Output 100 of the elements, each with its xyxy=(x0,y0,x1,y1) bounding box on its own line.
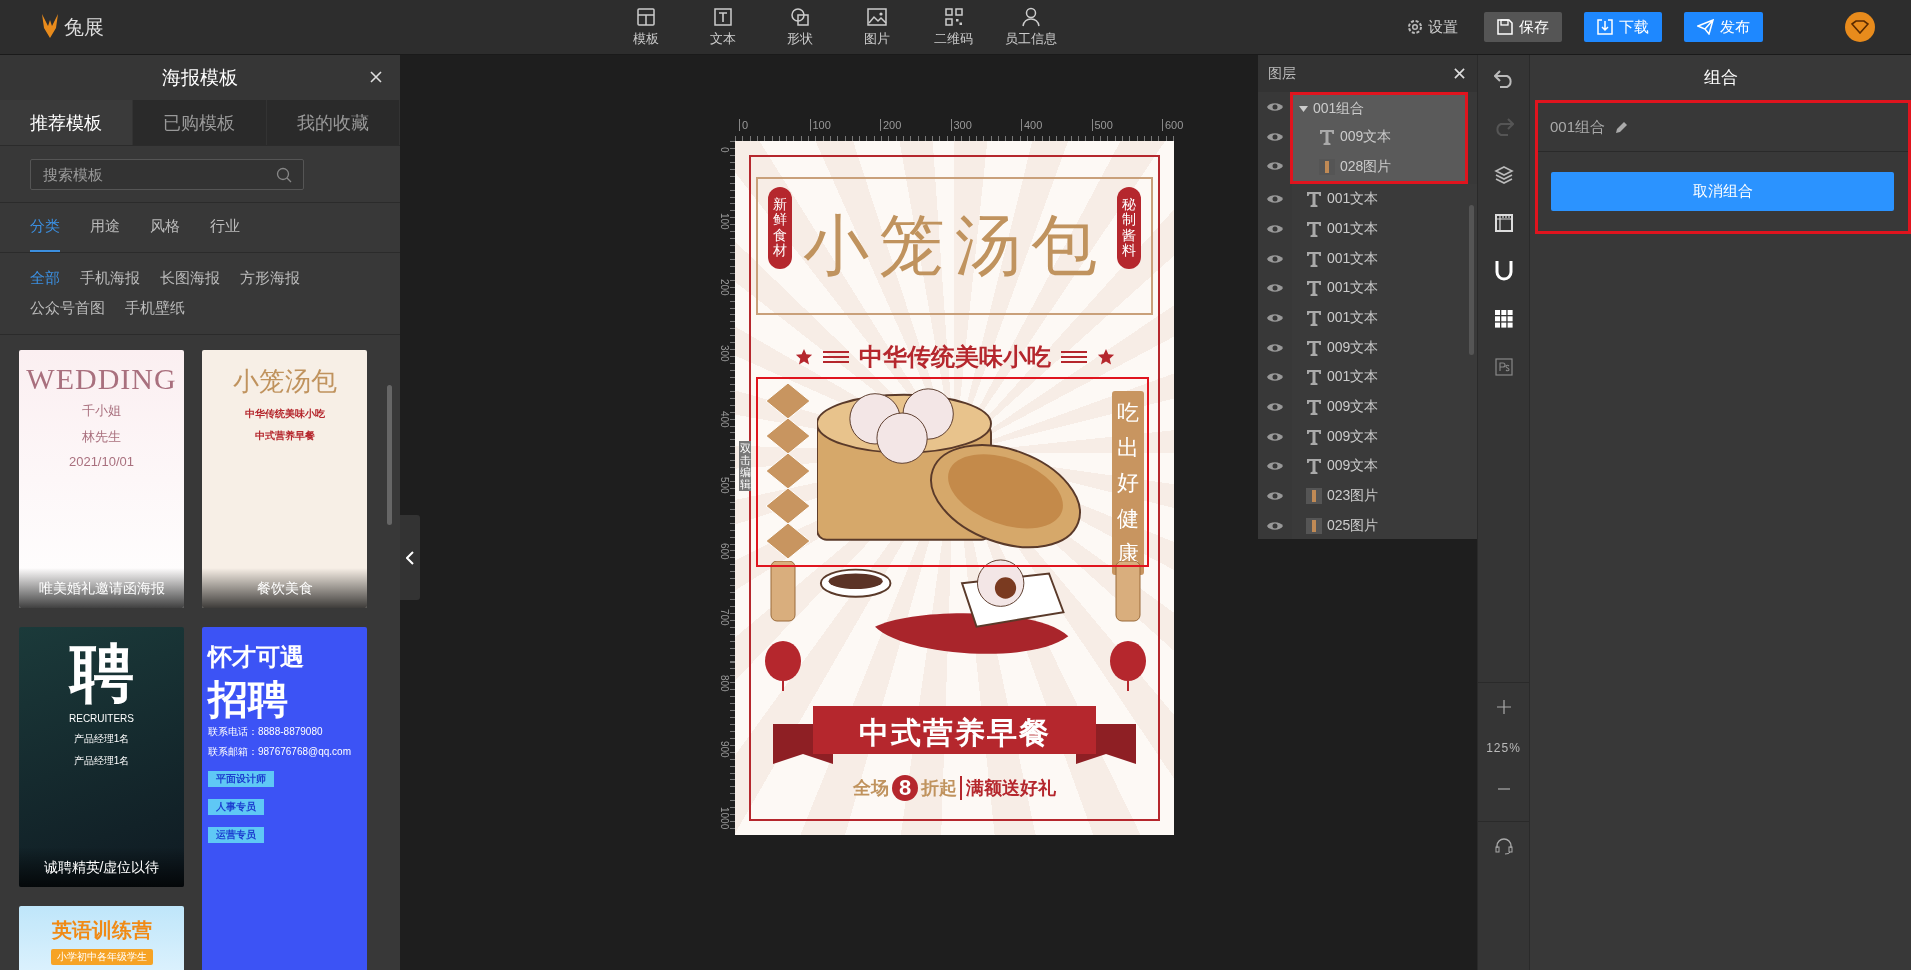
close-icon[interactable] xyxy=(370,71,382,83)
category-link[interactable]: 公众号首图 xyxy=(30,295,105,321)
filter-tab[interactable]: 行业 xyxy=(210,203,240,252)
toolbar-button[interactable]: 员工信息 xyxy=(1005,6,1057,48)
eye-icon[interactable] xyxy=(1266,193,1284,206)
eye-icon[interactable] xyxy=(1266,490,1284,503)
layer-name: 001文本 xyxy=(1327,219,1379,238)
eye-icon[interactable] xyxy=(1266,130,1284,143)
pencil-icon[interactable] xyxy=(1615,120,1629,134)
zoom-level: 125% xyxy=(1486,741,1521,755)
panel-title: 图层 xyxy=(1268,64,1296,83)
scrollbar[interactable] xyxy=(387,385,392,525)
qrcode-icon xyxy=(942,6,965,28)
ruler-label: 300 xyxy=(719,345,730,362)
grid-icon xyxy=(1494,310,1513,328)
eye-icon[interactable] xyxy=(1266,282,1284,295)
text-icon xyxy=(711,6,734,28)
template-thumbnail[interactable]: 小笼汤包 中华传统美味小吃 中式营养早餐 餐饮美食 xyxy=(202,350,367,608)
template-thumbnail[interactable]: 怀才可遇 招聘 联系电话：8888-8879080 联系邮箱：987676768@qq.com 平面设计师 人事专员 运营专员 xyxy=(202,627,367,970)
layer-name: 009文本 xyxy=(1327,398,1379,417)
save-button[interactable]: 保存 xyxy=(1484,12,1562,42)
toolbar-button[interactable]: 模板 xyxy=(620,6,671,48)
layers-icon xyxy=(1493,165,1514,185)
thumbnail-text: 2021/10/01 xyxy=(68,454,135,469)
filter-tab[interactable]: 用途 xyxy=(90,203,120,252)
layer-name: 023图片 xyxy=(1327,487,1379,506)
collapse-panel-button[interactable] xyxy=(400,515,420,600)
ruler-label: 1000 xyxy=(719,807,730,830)
layer-name: 001文本 xyxy=(1327,279,1379,298)
selected-layer-group[interactable]: 001组合 009文本 028图片 xyxy=(1290,92,1468,185)
thumbnail-text: RECRUITERS xyxy=(69,713,134,724)
category-link[interactable]: 长图海报 xyxy=(160,265,220,291)
send-icon xyxy=(1697,19,1714,35)
shape-icon xyxy=(788,6,811,28)
eye-icon[interactable] xyxy=(1266,311,1284,324)
toolbar-button[interactable]: 形状 xyxy=(774,6,825,48)
ruler-label: 200 xyxy=(880,119,902,131)
filter-tab[interactable]: 分类 xyxy=(30,203,60,252)
eye-icon[interactable] xyxy=(1266,252,1284,265)
selection-box[interactable] xyxy=(756,377,1149,567)
eye-icon[interactable] xyxy=(1266,371,1284,384)
category-link[interactable]: 方形海报 xyxy=(240,265,300,291)
settings-button[interactable]: 设置 xyxy=(1407,17,1458,37)
eye-icon[interactable] xyxy=(1266,160,1284,173)
user-icon xyxy=(1020,6,1042,28)
text-layer-icon xyxy=(1306,458,1322,475)
eye-icon[interactable] xyxy=(1266,401,1284,414)
category-link[interactable]: 全部 xyxy=(30,265,60,291)
panel-title: 组合 xyxy=(1703,67,1738,89)
edit-hint: 双击编辑 xyxy=(739,441,751,492)
thumbnail-text: 产品经理1名 xyxy=(73,732,130,746)
filter-tab[interactable]: 风格 xyxy=(150,203,180,252)
eye-icon[interactable] xyxy=(1266,430,1284,443)
promo-text: 折起 xyxy=(921,777,957,800)
text-layer-icon xyxy=(1306,250,1322,267)
eye-icon[interactable] xyxy=(1266,341,1284,354)
ruler-label: 600 xyxy=(719,543,730,560)
text-layer-icon xyxy=(1306,369,1322,386)
text-layer-icon xyxy=(1306,309,1322,326)
layer-name: 001组合 xyxy=(1313,99,1365,118)
search-field[interactable]: 搜索模板 xyxy=(30,158,304,190)
text-layer-icon xyxy=(1306,399,1322,416)
category-link[interactable]: 手机壁纸 xyxy=(125,295,185,321)
triple-line-icon xyxy=(822,351,849,363)
image-thumbnail-icon xyxy=(1306,488,1322,505)
search-icon[interactable] xyxy=(276,166,292,183)
plus-icon xyxy=(1495,699,1512,715)
template-thumbnail[interactable]: WEDDING 千小姐 林先生 2021/10/01 唯美婚礼邀请函海报 xyxy=(19,350,184,608)
eye-icon[interactable] xyxy=(1266,460,1284,473)
ruler-label: 200 xyxy=(719,279,730,296)
thumbnail-text: 招聘 xyxy=(208,679,288,719)
thumbnail-text: 小学初中各年级学生 xyxy=(50,949,153,965)
layer-name: 028图片 xyxy=(1340,157,1392,176)
eye-icon[interactable] xyxy=(1266,222,1284,235)
vertical-tag: 新鲜食材 xyxy=(768,187,792,269)
save-icon xyxy=(1497,19,1513,35)
template-thumbnail[interactable]: 聘 RECRUITERS 产品经理1名 产品经理1名 诚聘精英/虚位以待 xyxy=(19,627,184,887)
layer-name: 009文本 xyxy=(1327,457,1379,476)
thumbnail-text: 英语训练营 xyxy=(50,918,153,943)
magnet-icon xyxy=(1493,260,1514,282)
eye-icon[interactable] xyxy=(1266,100,1284,113)
ruler-label: 900 xyxy=(719,741,730,758)
ruler-label: 100 xyxy=(719,213,730,230)
caret-icon[interactable] xyxy=(1299,104,1308,113)
scrollbar[interactable] xyxy=(1469,205,1474,355)
layer-name: 001文本 xyxy=(1327,368,1379,387)
toolbar-button[interactable]: 二维码 xyxy=(928,6,979,48)
user-avatar[interactable] xyxy=(1845,12,1875,42)
template-tab[interactable]: 已购模板 xyxy=(133,100,267,145)
toolbar-button[interactable]: 图片 xyxy=(851,6,902,48)
close-icon[interactable] xyxy=(1454,68,1465,79)
ruler-label: 0 xyxy=(739,119,749,131)
download-icon xyxy=(1597,19,1613,35)
app-logo-text: 兔展 xyxy=(64,14,104,40)
category-link[interactable]: 手机海报 xyxy=(80,265,140,291)
layer-name: 001文本 xyxy=(1327,249,1379,268)
image-thumbnail-icon xyxy=(1306,517,1322,534)
eye-icon[interactable] xyxy=(1266,519,1284,532)
template-tab[interactable]: 我的收藏 xyxy=(266,100,400,145)
toolbar-button[interactable]: 文本 xyxy=(697,6,748,48)
